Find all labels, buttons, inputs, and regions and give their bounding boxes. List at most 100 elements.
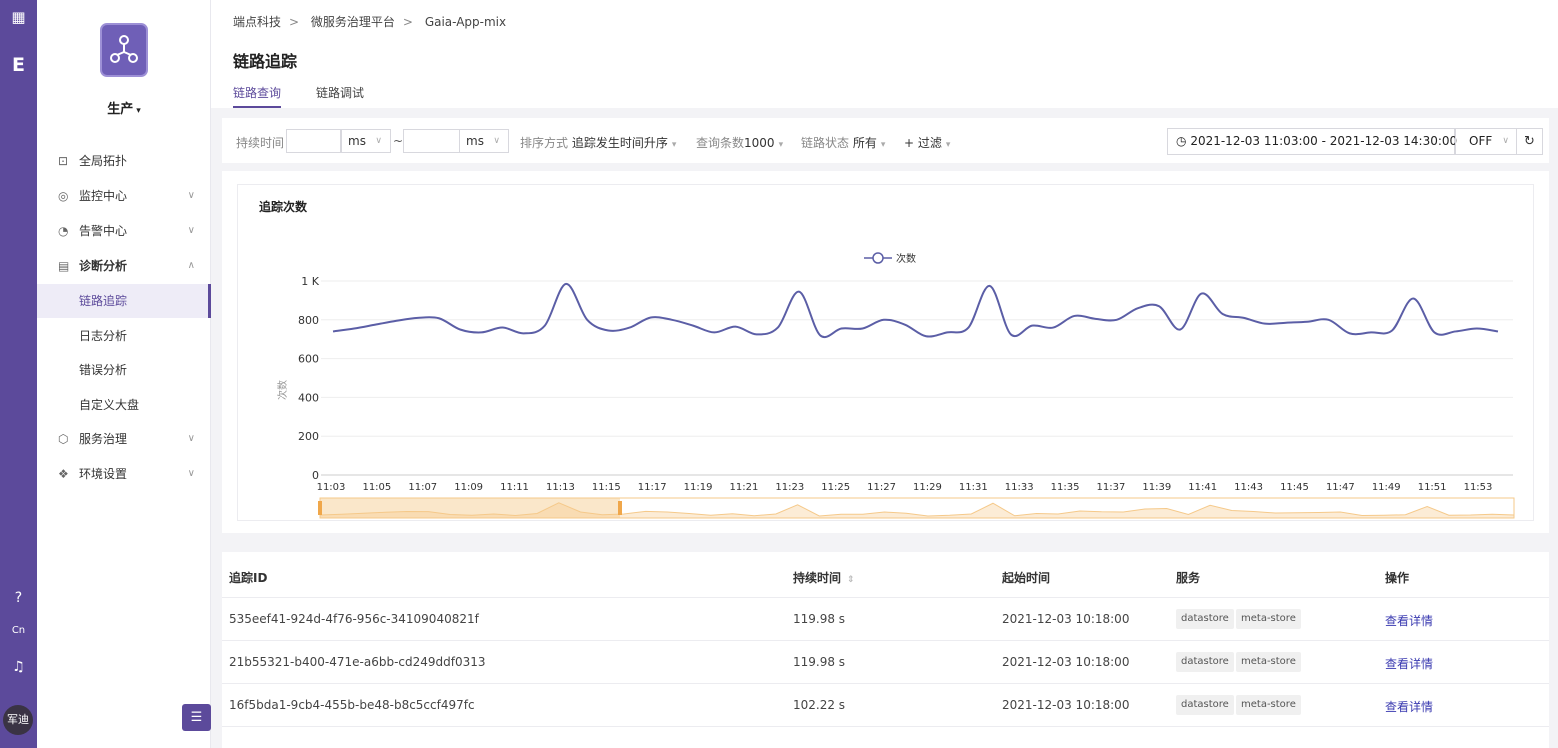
chevron-down-icon: ∨ [187,468,195,479]
grid-icon[interactable]: ▦ [0,8,37,26]
breadcrumb-item[interactable]: 微服务治理平台 [311,15,395,29]
trace-start: 2021-12-03 10:18:00 [1002,612,1130,626]
x-tick-label: 11:31 [959,482,988,493]
y-axis-label: 次数 [276,380,289,400]
y-tick-label: 1 K [301,275,319,288]
zoom-handle-right [618,501,622,515]
x-tick-label: 11:33 [1005,482,1034,493]
sidebar-item-topology[interactable]: ⊡ 全局拓扑 [37,144,211,178]
service-tag: meta-store [1236,609,1301,629]
x-tick-label: 11:35 [1051,482,1080,493]
sort-select[interactable]: 排序方式 追踪发生时间升序 ▾ [520,134,676,151]
service-tag: meta-store [1236,652,1301,672]
tab-trace-debug[interactable]: 链路调试 [316,84,364,108]
sidebar-item-service[interactable]: ⬡ 服务治理 ∨ [37,422,211,456]
monitor-icon: ◎ [58,189,69,203]
x-tick-label: 11:27 [867,482,896,493]
caret-down-icon: ▾ [778,140,784,150]
sidebar-item-diagnosis[interactable]: ▤ 诊断分析 ∧ [37,249,211,283]
view-details-link[interactable]: 查看详情 [1385,698,1433,715]
service-tag: datastore [1176,652,1234,672]
x-tick-label: 11:05 [362,482,391,493]
logo-e-icon[interactable]: E [0,54,37,76]
x-tick-label: 11:51 [1418,482,1447,493]
y-tick-label: 800 [298,314,319,327]
chevron-down-icon: ∨ [187,190,195,201]
series-line [332,282,1499,339]
duration-max-unit-select[interactable]: ms ∨ [459,129,509,153]
x-tick-label: 11:39 [1142,482,1171,493]
app-logo [97,22,153,80]
table-row [222,726,1549,748]
caret-down-icon: ▾ [945,140,951,150]
breadcrumb-item[interactable]: Gaia-App-mix [425,15,506,29]
time-range-picker[interactable]: ◷ 2021-12-03 11:03:00 - 2021-12-03 14:30… [1167,128,1457,155]
app-rail: ▦ E ? Cn ♫ 军迪 [0,0,37,748]
service-tag: datastore [1176,609,1234,629]
view-details-link[interactable]: 查看详情 [1385,655,1433,672]
status-select[interactable]: 链路状态 所有 ▾ [801,134,885,151]
sidebar-item-tracing[interactable]: 链路追踪 [37,284,211,318]
sidebar-item-errors[interactable]: 错误分析 [37,353,211,387]
sidebar-item-alarm[interactable]: ◔ 告警中心 ∨ [37,214,211,248]
table-row: 16f5bda1-9cb4-455b-be48-b8c5ccf497fc 102… [222,683,1549,726]
y-tick-label: 200 [298,430,319,443]
env-selector[interactable]: 生产 ▾ [37,98,211,117]
chart-panel: 追踪次数 0 200 400 600 800 1 K 次数 11:03 11:05 11:07 11… [237,184,1534,521]
page-header: 端点科技 > 微服务治理平台 > Gaia-App-mix 链路追踪 链路查询 链路… [211,0,1558,108]
x-tick-label: 11:43 [1234,482,1263,493]
trace-duration: 119.98 s [793,655,846,669]
chevron-down-icon: ∨ [187,433,195,444]
chevron-up-icon: ∧ [187,260,195,271]
x-tick-label: 11:21 [730,482,759,493]
sidebar-item-settings[interactable]: ❖ 环境设置 ∨ [37,457,211,491]
y-tick-label: 400 [298,391,319,404]
topology-icon: ⊡ [58,154,69,168]
service-tag: meta-store [1236,695,1301,715]
x-tick-label: 11:23 [775,482,804,493]
auto-refresh-select[interactable]: OFF ∨ [1455,128,1517,155]
breadcrumb: 端点科技 > 微服务治理平台 > Gaia-App-mix [233,15,507,29]
language-icon[interactable]: Cn [0,625,37,636]
col-header-duration[interactable]: 持续时间 ⇕ [793,569,855,586]
sidebar-item-logs[interactable]: 日志分析 [37,319,211,353]
trace-id: 21b55321-b400-471e-a6bb-cd249ddf0313 [229,655,486,669]
trace-duration: 119.98 s [793,612,846,626]
refresh-button[interactable]: ↻ [1516,128,1543,155]
caret-down-icon: ▾ [880,140,886,150]
trace-count-chart[interactable]: 0 200 400 600 800 1 K 次数 11:03 11:05 11:07 11:09 11… [238,185,1535,522]
trace-duration: 102.22 s [793,698,846,712]
x-tick-label: 11:13 [546,482,575,493]
count-select[interactable]: 查询条数1000 ▾ [696,134,783,151]
sort-icon: ⇕ [847,575,855,585]
x-tick-label: 11:25 [821,482,850,493]
tab-trace-query[interactable]: 链路查询 [233,84,282,108]
chart-card: 追踪次数 0 200 400 600 800 1 K 次数 11:03 11:05 11:07 11… [222,171,1549,533]
avatar[interactable]: 军迪 [3,705,33,735]
zoom-handle-left [318,501,322,515]
x-tick-label: 11:45 [1280,482,1309,493]
sidebar: 生产 ▾ ⊡ 全局拓扑 ◎ 监控中心 ∨ ◔ 告警中心 ∨ ▤ 诊断分析 ∧ 链路… [37,0,211,748]
service-icon: ⬡ [58,432,69,446]
collapse-sidebar-button[interactable]: ☰ [182,704,211,731]
x-tick-label: 11:41 [1188,482,1217,493]
x-tick-label: 11:17 [638,482,667,493]
x-tick-label: 11:47 [1326,482,1355,493]
breadcrumb-item[interactable]: 端点科技 [233,15,281,29]
x-tick-label: 11:15 [592,482,621,493]
sidebar-item-dashboard[interactable]: 自定义大盘 [37,388,211,422]
duration-min-unit-select[interactable]: ms ∨ [341,129,391,153]
bell-icon[interactable]: ♫ [0,659,37,675]
add-filter-button[interactable]: + 过滤 ▾ [904,134,950,151]
view-details-link[interactable]: 查看详情 [1385,612,1433,629]
x-tick-label: 11:11 [500,482,529,493]
x-tick-label: 11:29 [913,482,942,493]
help-icon[interactable]: ? [0,590,37,606]
duration-max-input[interactable] [403,129,460,153]
table-row: 21b55321-b400-471e-a6bb-cd249ddf0313 119… [222,640,1549,683]
duration-min-input[interactable] [286,129,341,153]
x-tick-label: 11:53 [1464,482,1493,493]
sidebar-item-monitor[interactable]: ◎ 监控中心 ∨ [37,179,211,213]
y-tick-label: 0 [312,469,319,482]
alarm-icon: ◔ [58,224,69,238]
